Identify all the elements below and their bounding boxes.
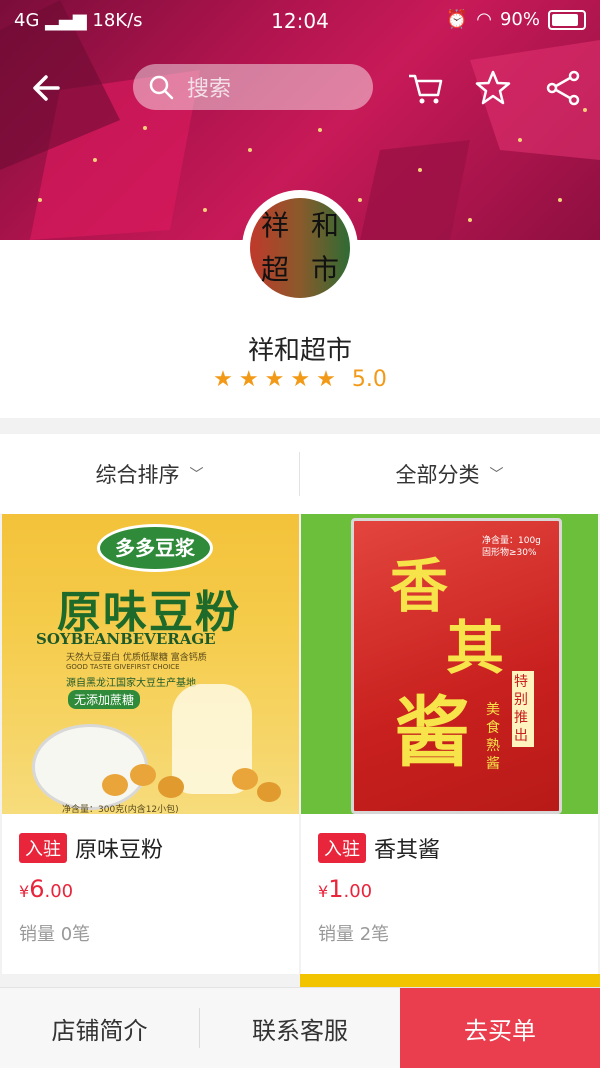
filter-bar: 综合排序 ﹀ 全部分类 ﹀ — [0, 434, 600, 515]
search-icon — [149, 75, 174, 100]
package-brand: 多多豆浆 — [97, 524, 213, 572]
rating-score: 5.0 — [351, 367, 387, 392]
product-title: 入驻 原味豆粉 — [19, 832, 163, 864]
star-icon: ★ — [290, 367, 311, 392]
top-navigation: 搜索 — [0, 58, 600, 118]
package-line: 源自黑龙江国家大豆生产基地 — [66, 678, 196, 689]
sort-dropdown[interactable]: 综合排序 ﹀ — [0, 434, 299, 514]
star-icon: ★ — [213, 367, 233, 392]
package-english: SOYBEANBEVERAGE — [36, 630, 216, 648]
search-input[interactable]: 搜索 — [133, 64, 373, 110]
store-logo: 祥 和 超 市 — [242, 190, 358, 306]
chevron-down-icon: ﹀ — [489, 467, 504, 483]
battery-icon — [548, 9, 586, 30]
wifi-icon: ◠ — [476, 9, 492, 30]
logo-char: 祥 — [260, 209, 289, 242]
search-placeholder: 搜索 — [187, 77, 232, 102]
price-integer: 6 — [29, 875, 45, 903]
sauce-packet: 香 其 酱 净含量：100g 固形物≥30% 美食熟酱 特别推出 — [351, 518, 562, 814]
favorite-star-icon[interactable] — [473, 68, 513, 108]
logo-char: 和 — [310, 209, 339, 242]
package-line: GOOD TASTE GIVEFIRST CHOICE — [66, 663, 180, 671]
sort-label: 综合排序 — [95, 463, 180, 487]
package-net-content: 净含量：300克(内含12小包) — [62, 805, 179, 814]
price-currency: ¥ — [318, 882, 329, 901]
store-rating: ★ ★ ★ ★ ★ 5.0 — [0, 367, 600, 392]
cart-icon[interactable] — [405, 68, 445, 108]
price-integer: 1 — [328, 875, 344, 903]
product-title: 入驻 香其酱 — [318, 832, 440, 864]
packet-special-label: 特别推出 — [512, 671, 534, 747]
back-arrow-icon[interactable] — [28, 68, 68, 108]
product-card[interactable]: 香 其 酱 净含量：100g 固形物≥30% 美食熟酱 特别推出 入驻 香其酱 … — [301, 514, 598, 974]
category-label: 全部分类 — [395, 463, 480, 487]
packet-char: 香 — [390, 552, 449, 620]
product-name: 香其酱 — [374, 838, 441, 863]
product-name: 原味豆粉 — [75, 838, 164, 863]
checkout-button[interactable]: 去买单 — [400, 988, 600, 1068]
packet-side-text: 美食熟酱 — [486, 702, 500, 772]
package-badge: 无添加蔗糖 — [68, 690, 141, 709]
product-sales: 销量 2笔 — [318, 924, 390, 945]
price-decimal: .00 — [343, 881, 373, 902]
share-icon[interactable] — [543, 68, 583, 108]
logo-char: 市 — [310, 253, 339, 286]
category-dropdown[interactable]: 全部分类 ﹀ — [300, 434, 599, 514]
soybeans-illustration — [102, 764, 282, 804]
status-bar: 4G ▂▄▆ 18K/s 12:04 ⏰ ◠ 90% — [0, 0, 600, 42]
packet-char: 酱 — [394, 688, 470, 777]
entry-badge: 入驻 — [19, 833, 67, 863]
product-sales: 销量 0笔 — [19, 924, 91, 945]
packet-spec: 固形物≥30% — [482, 548, 537, 558]
price-decimal: .00 — [44, 881, 74, 902]
package-line: 天然大豆蛋白 优质低聚糖 富含钙质 — [66, 653, 207, 663]
battery-percent: 90% — [499, 9, 540, 30]
product-price: ¥1.00 — [318, 875, 372, 903]
product-image[interactable]: 香 其 酱 净含量：100g 固形物≥30% 美食熟酱 特别推出 — [301, 514, 598, 814]
alarm-icon: ⏰ — [445, 9, 469, 30]
store-name: 祥和超市 — [247, 336, 352, 366]
price-currency: ¥ — [19, 882, 30, 901]
bottom-action-bar: 店铺简介 联系客服 去买单 — [0, 987, 600, 1068]
chevron-down-icon: ﹀ — [189, 467, 204, 483]
logo-char: 超 — [260, 253, 289, 286]
product-card[interactable]: 多多豆浆 原味豆粉 SOYBEANBEVERAGE 天然大豆蛋白 优质低聚糖 富… — [2, 514, 299, 974]
product-price: ¥6.00 — [19, 875, 73, 903]
next-product-peek — [300, 974, 600, 987]
star-icon: ★ — [238, 367, 259, 392]
product-image[interactable]: 多多豆浆 原味豆粉 SOYBEANBEVERAGE 天然大豆蛋白 优质低聚糖 富… — [2, 514, 299, 814]
contact-service-button[interactable]: 联系客服 — [200, 988, 400, 1068]
entry-badge: 入驻 — [318, 833, 366, 863]
store-intro-button[interactable]: 店铺简介 — [0, 988, 199, 1068]
star-icon: ★ — [316, 367, 336, 392]
star-icon: ★ — [264, 367, 285, 392]
